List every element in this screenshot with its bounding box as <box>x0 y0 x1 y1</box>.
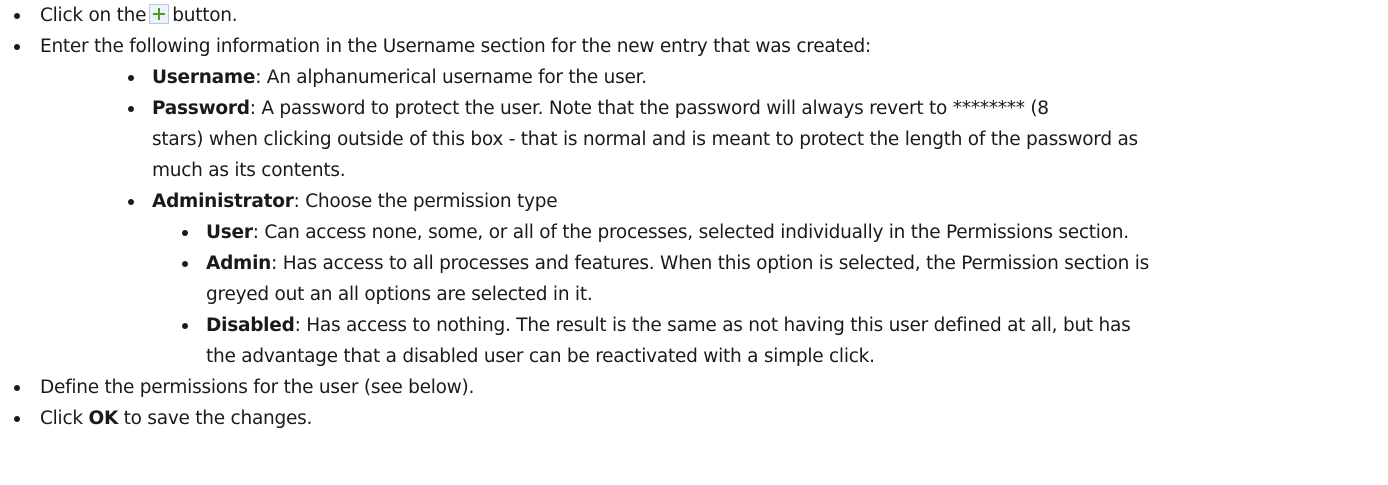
disabled-desc-line2: the advantage that a disabled user can b… <box>206 346 875 367</box>
password-desc-line2: stars) when clicking outside of this box… <box>152 129 1138 150</box>
list-item-password: Password: A password to protect the user… <box>126 93 1388 186</box>
username-desc: : An alphanumerical username for the use… <box>255 67 647 88</box>
disabled-term: Disabled <box>206 315 295 336</box>
list-item-administrator: Administrator: Choose the permission typ… <box>126 186 1388 372</box>
list-item-disabled: Disabled: Has access to nothing. The res… <box>180 310 1388 372</box>
admin-desc-line1: : Has access to all processes and featur… <box>271 253 1150 274</box>
password-desc-line1: : A password to protect the user. Note t… <box>249 98 1049 119</box>
list-item-enter-info: Enter the following information in the U… <box>0 31 1388 372</box>
admin-term: Admin <box>206 253 272 274</box>
user-desc: : Can access none, some, or all of the p… <box>252 222 1129 243</box>
password-term: Password <box>152 98 250 119</box>
permission-type-list: User: Can access none, some, or all of t… <box>180 217 1388 372</box>
document: Click on the button. Enter the following … <box>0 0 1388 485</box>
step4-text-before: Click <box>40 408 89 429</box>
step1-text-after: button. <box>172 5 238 26</box>
disabled-desc-line1: : Has access to nothing. The result is t… <box>294 315 1131 336</box>
admin-desc-line2: greyed out an all options are selected i… <box>206 284 593 305</box>
username-term: Username <box>152 67 256 88</box>
password-desc-line3: much as its contents. <box>152 160 346 181</box>
administrator-term: Administrator <box>152 191 294 212</box>
field-list: Username: An alphanumerical username for… <box>126 62 1388 372</box>
list-item-click-ok: Click OK to save the changes. <box>0 403 1388 434</box>
list-item-define-permissions: Define the permissions for the user (see… <box>0 372 1388 403</box>
administrator-desc: : Choose the permission type <box>293 191 558 212</box>
list-item-user: User: Can access none, some, or all of t… <box>180 217 1388 248</box>
step4-text-after: to save the changes. <box>118 408 313 429</box>
ok-term: OK <box>88 408 119 429</box>
step1-text-before: Click on the <box>40 5 147 26</box>
list-item-admin: Admin: Has access to all processes and f… <box>180 248 1388 310</box>
instruction-list: Click on the button. Enter the following … <box>0 0 1388 434</box>
list-item-click-add: Click on the button. <box>0 0 1388 31</box>
plus-icon <box>149 4 170 24</box>
list-item-username: Username: An alphanumerical username for… <box>126 62 1388 93</box>
step3-text: Define the permissions for the user (see… <box>40 377 475 398</box>
step2-text: Enter the following information in the U… <box>40 36 872 57</box>
user-term: User <box>206 222 253 243</box>
